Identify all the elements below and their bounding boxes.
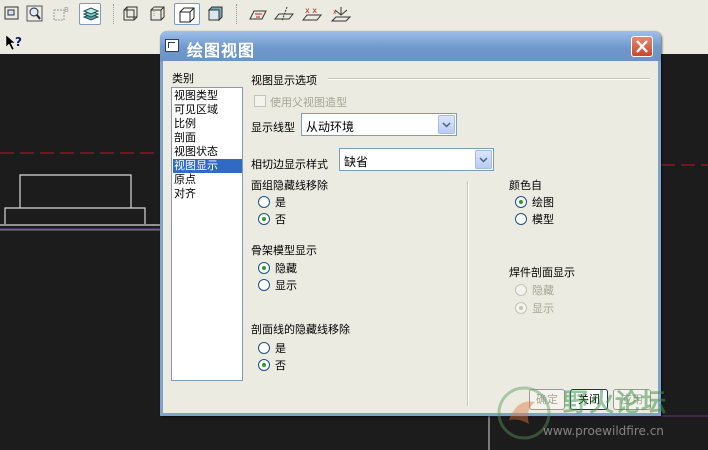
forum-watermark: 野火论坛 www.proewildfire.cn	[495, 382, 708, 450]
zoom-window-icon[interactable]	[1, 3, 23, 25]
category-item-sections[interactable]: 剖面	[173, 131, 242, 145]
wireframe-icon[interactable]	[120, 3, 142, 25]
category-item-view-type[interactable]: 视图类型	[173, 89, 242, 103]
reorient-icon[interactable]: B	[51, 3, 73, 25]
color-from-title: 颜色自	[509, 179, 542, 192]
line-style-select[interactable]: 从动环境	[301, 113, 457, 136]
skeleton-display-title: 骨架模型显示	[251, 244, 317, 257]
xsec-hlr-yes-label: 是	[275, 342, 286, 355]
skeleton-show-label: 显示	[275, 279, 297, 292]
zoom-icon[interactable]	[24, 3, 46, 25]
datum-planes-icon[interactable]	[244, 3, 267, 25]
line-style-label: 显示线型	[251, 121, 295, 134]
hidden-line-icon[interactable]	[147, 3, 169, 25]
skeleton-hide-label: 隐藏	[275, 262, 297, 275]
quilt-hlr-no-radio[interactable]	[258, 213, 270, 225]
context-help-icon[interactable]: ?	[5, 34, 25, 51]
skeleton-hide-radio[interactable]	[258, 262, 270, 274]
color-from-model-label: 模型	[532, 213, 554, 226]
toolbar-separator	[236, 4, 237, 24]
main-toolbar: B x x x	[0, 0, 708, 31]
close-icon	[636, 40, 648, 53]
options-group-title: 视图显示选项	[251, 74, 317, 87]
watermark-title: 野火论坛	[563, 388, 668, 417]
close-window-button[interactable]	[631, 36, 653, 57]
tangent-edge-value: 缺省	[344, 155, 369, 169]
category-item-scale[interactable]: 比例	[173, 117, 242, 131]
category-item-view-display[interactable]: 视图显示	[173, 159, 242, 173]
weld-xsec-show-label: 显示	[532, 302, 554, 315]
svg-text:x: x	[333, 9, 337, 16]
use-parent-label: 使用父视图造型	[270, 96, 347, 109]
quilt-hlr-no-label: 否	[275, 213, 286, 226]
no-hidden-icon[interactable]	[174, 3, 200, 25]
chevron-down-icon[interactable]	[438, 115, 455, 134]
dialog-titlebar[interactable]: 绘图视图	[160, 31, 661, 61]
drawing-view-dialog: 绘图视图 类别 视图类型 可见区域 比例 剖面 视图状态 视图显示 原点 对齐 …	[160, 31, 661, 416]
tangent-edge-label: 相切边显示样式	[251, 158, 328, 171]
color-from-drawing-radio[interactable]	[515, 196, 527, 208]
chevron-down-icon[interactable]	[475, 150, 492, 169]
xsec-hlr-yes-radio[interactable]	[258, 342, 270, 354]
skeleton-show-radio[interactable]	[258, 279, 270, 291]
tangent-edge-select[interactable]: 缺省	[339, 148, 494, 171]
weld-xsec-title: 焊件剖面显示	[509, 266, 575, 279]
category-item-origin[interactable]: 原点	[173, 173, 242, 187]
coord-sys-icon[interactable]: x	[328, 3, 352, 25]
color-from-drawing-label: 绘图	[532, 196, 554, 209]
datum-axes-icon[interactable]	[271, 3, 295, 25]
xsec-hlr-no-radio[interactable]	[258, 359, 270, 371]
column-divider	[467, 181, 469, 406]
weld-xsec-hide-radio[interactable]	[515, 284, 527, 296]
category-item-view-states[interactable]: 视图状态	[173, 145, 242, 159]
layers-icon[interactable]	[79, 3, 101, 25]
line-style-value: 从动环境	[306, 120, 355, 134]
use-parent-checkbox[interactable]	[254, 95, 266, 107]
category-header: 类别	[172, 72, 194, 85]
shading-icon[interactable]	[205, 3, 227, 25]
xsec-hlr-no-label: 否	[275, 359, 286, 372]
color-from-model-radio[interactable]	[515, 213, 527, 225]
datum-points-icon[interactable]: x x	[299, 3, 323, 25]
svg-text:?: ?	[15, 35, 22, 49]
xsec-hlr-title: 剖面线的隐藏线移除	[251, 323, 350, 336]
category-list[interactable]: 视图类型 可见区域 比例 剖面 视图状态 视图显示 原点 对齐	[171, 87, 243, 381]
weld-xsec-show-radio[interactable]	[515, 302, 527, 314]
quilt-hlr-yes-radio[interactable]	[258, 196, 270, 208]
quilt-hlr-yes-label: 是	[275, 196, 286, 209]
watermark-url: www.proewildfire.cn	[543, 424, 664, 438]
group-divider	[328, 78, 650, 80]
dialog-body: 类别 视图类型 可见区域 比例 剖面 视图状态 视图显示 原点 对齐 视图显示选…	[163, 61, 658, 413]
category-item-alignment[interactable]: 对齐	[173, 187, 242, 201]
svg-text:x x: x x	[305, 6, 317, 15]
quilt-hlr-title: 面组隐藏线移除	[251, 179, 328, 192]
weld-xsec-hide-label: 隐藏	[532, 284, 554, 297]
window-icon	[165, 39, 179, 52]
dialog-title: 绘图视图	[187, 41, 256, 60]
svg-text:B: B	[64, 6, 69, 14]
toolbar-separator	[113, 4, 114, 24]
category-item-visible-area[interactable]: 可见区域	[173, 103, 242, 117]
